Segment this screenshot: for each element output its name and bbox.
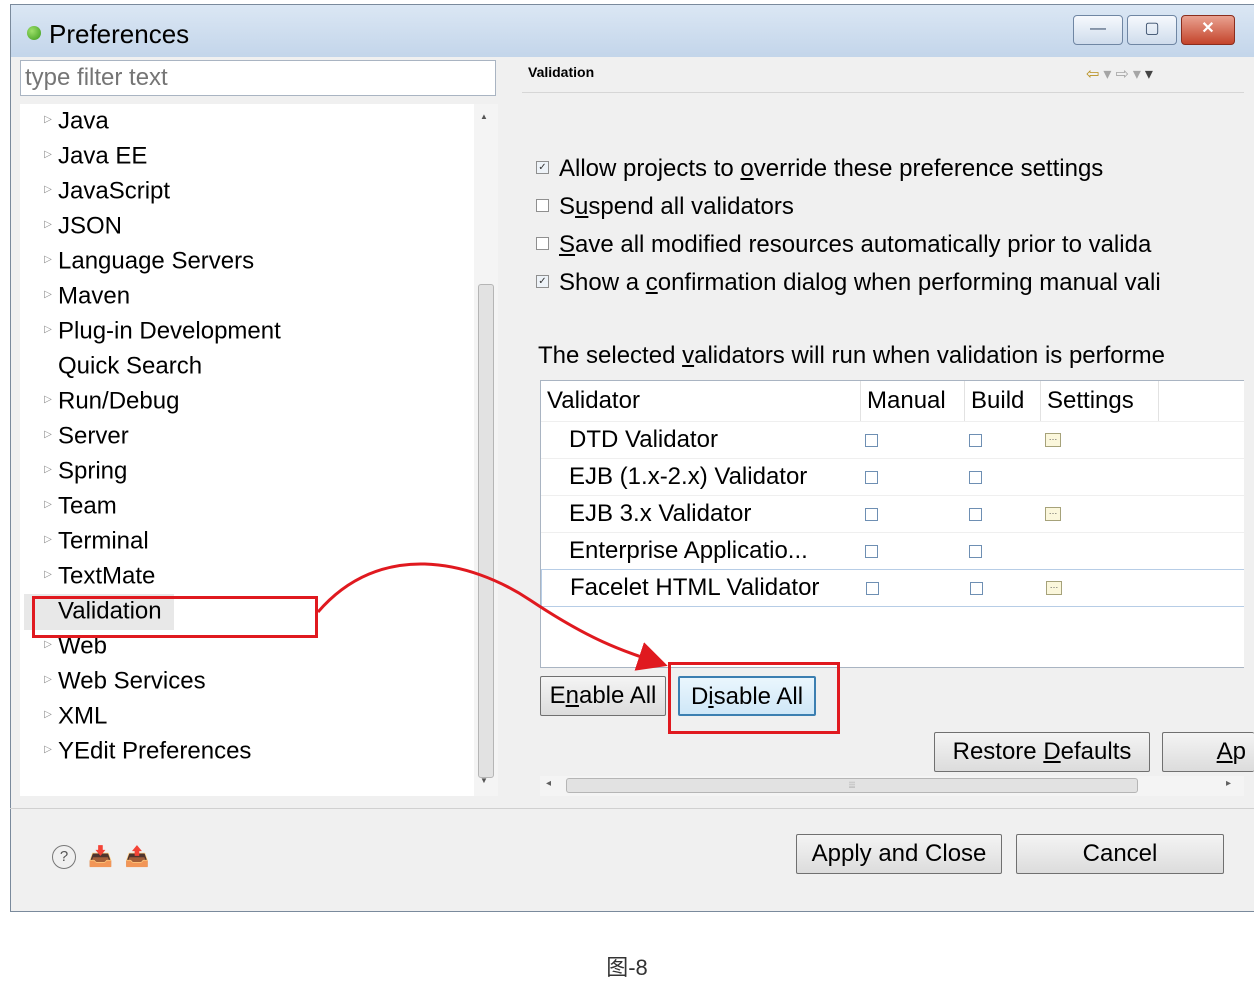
- annotation-arrow: [316, 562, 668, 671]
- red-arrow-curve: [316, 562, 668, 671]
- figure-caption: 图-8: [606, 955, 648, 980]
